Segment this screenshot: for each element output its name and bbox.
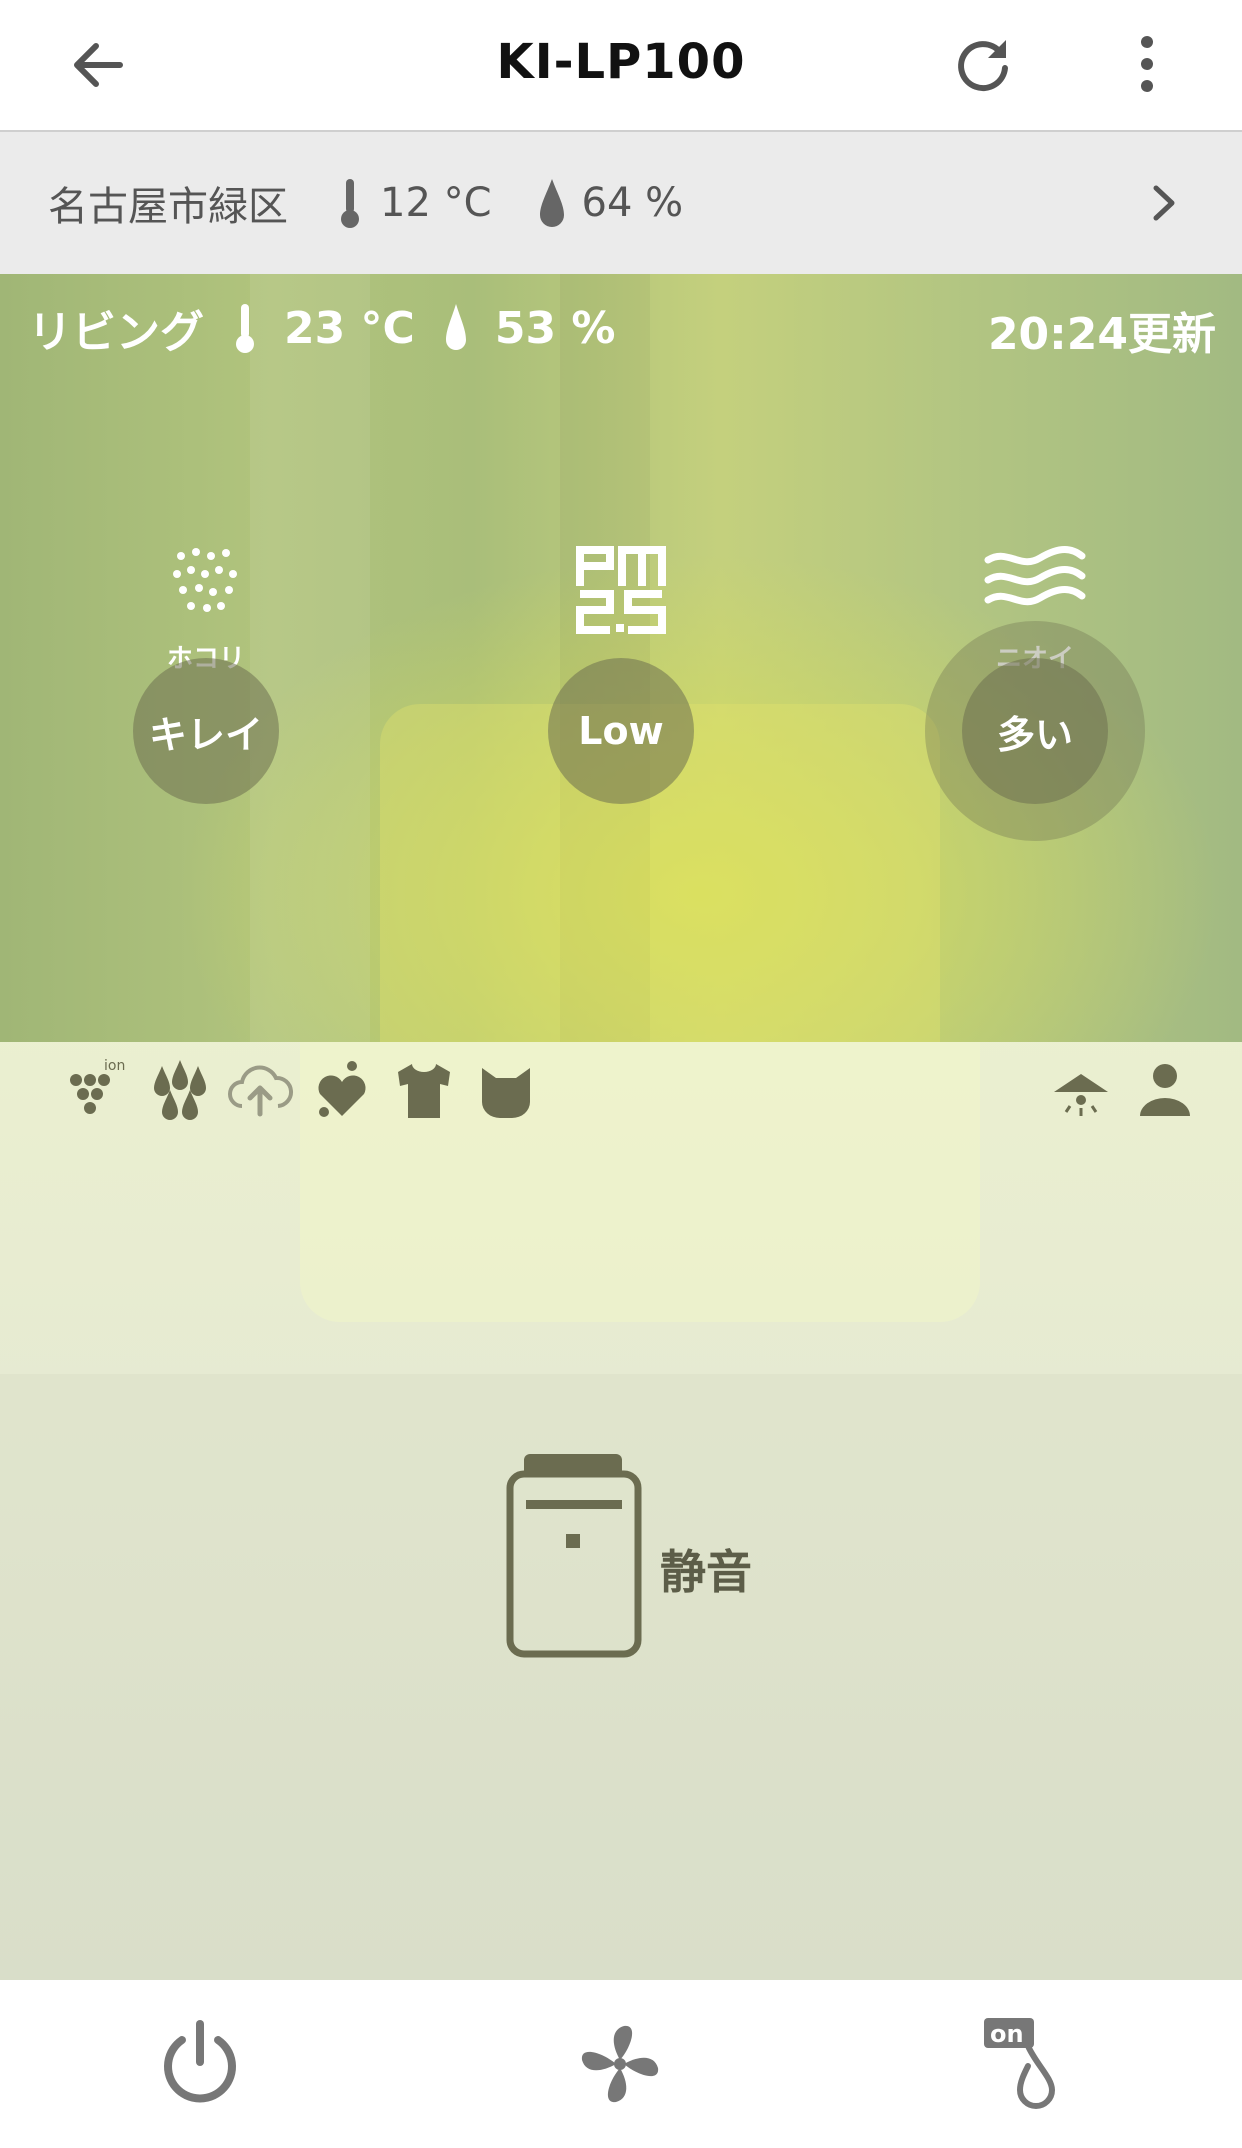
mode-icons-right [1052,1056,1194,1124]
cloud-upload-icon [228,1065,294,1117]
page-title: KI-LP100 [496,34,746,90]
more-vertical-icon[interactable] [1112,30,1182,100]
thermometer-icon [341,179,359,228]
dust-icon [173,548,237,612]
fan-icon[interactable] [572,2016,668,2112]
air-purifier-icon[interactable] [506,1454,642,1658]
dust-status: キレイ [148,712,263,757]
operation-mode-label: 静音 [660,1545,752,1599]
humidify-on-icon[interactable]: on [978,2016,1074,2112]
cat-icon [482,1068,530,1118]
room-temperature: 23 °C [284,302,415,354]
room-humidity: 53 % [494,302,616,354]
svg-text:on: on [990,2020,1024,2048]
ceiling-light-icon [1054,1074,1108,1116]
outdoor-humidity: 64 % [581,180,684,226]
refresh-icon[interactable] [948,30,1018,100]
odor-sensor[interactable]: ニオイ 多い [925,544,1145,841]
dust-sensor[interactable]: ホコリ キレイ [96,544,316,804]
pm25-icon [576,546,666,634]
ion-icon: ion [70,1058,125,1114]
pm25-status-circle: Low [548,658,694,804]
odor-status: 多い [996,712,1073,757]
top-app-bar: KI-LP100 [0,0,1242,132]
pm25-status: Low [578,709,664,753]
humidify-drops-icon [154,1060,206,1120]
thermometer-icon [236,304,254,353]
chevron-right-icon[interactable] [1144,174,1184,232]
humidity-drop-icon [539,179,564,227]
humidity-drop-icon [445,304,466,350]
odor-status-circle: 多い [925,621,1145,841]
room-scene: リビング 23 °C 53 % 20:24更新 ホコリ キレイ [0,274,1242,1980]
person-icon [1140,1064,1190,1116]
mode-icons-left: ion [62,1056,540,1124]
outdoor-weather-bar[interactable]: 名古屋市緑区 12 °C 64 % [0,132,1242,274]
bottom-control-bar: on [0,1980,1242,2148]
pm25-sensor[interactable]: Low [511,544,731,804]
heart-icon [318,1061,366,1117]
outdoor-temperature: 12 °C [380,180,492,226]
svg-text:ion: ion [104,1058,125,1074]
power-icon[interactable] [152,2016,248,2112]
updated-time: 20:24更新 [987,309,1216,360]
room-status: リビング 23 °C 53 % [28,296,615,360]
location-label: 名古屋市緑区 [48,184,288,230]
room-name: リビング [28,307,204,358]
dust-status-circle: キレイ [133,658,279,804]
shirt-icon [398,1064,450,1118]
